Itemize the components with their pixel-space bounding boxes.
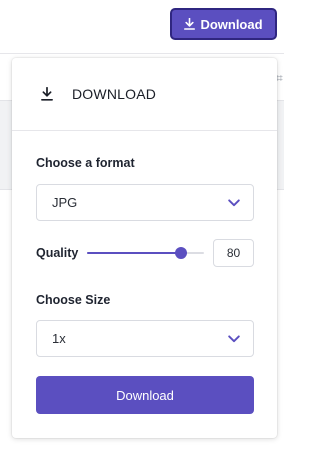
- size-label: Choose Size: [36, 293, 111, 307]
- download-icon: [41, 87, 53, 101]
- chevron-down-icon: [228, 334, 240, 342]
- chevron-down-icon: [228, 198, 240, 206]
- format-select[interactable]: JPG: [36, 184, 254, 221]
- format-label: Choose a format: [36, 156, 135, 170]
- toolbar-download-button[interactable]: Download: [170, 8, 277, 40]
- toolbar-download-label: Download: [200, 16, 263, 32]
- quality-slider-fill: [87, 252, 181, 254]
- size-select[interactable]: 1x: [36, 320, 254, 357]
- format-selected-value: JPG: [52, 195, 78, 210]
- quality-label: Quality: [36, 246, 79, 260]
- panel-title: DOWNLOAD: [72, 86, 157, 102]
- quality-slider-thumb[interactable]: [174, 247, 187, 259]
- quality-row: Quality 80: [36, 239, 254, 267]
- partial-toolbar-icon: ⌗: [276, 71, 283, 85]
- download-icon: [184, 18, 196, 30]
- panel-header: DOWNLOAD: [12, 58, 277, 131]
- quality-slider[interactable]: [87, 246, 204, 260]
- size-selected-value: 1x: [52, 331, 66, 346]
- download-panel: DOWNLOAD Choose a format JPG Quality 80 …: [12, 58, 277, 438]
- quality-value-input[interactable]: 80: [213, 239, 254, 267]
- download-button[interactable]: Download: [36, 376, 254, 414]
